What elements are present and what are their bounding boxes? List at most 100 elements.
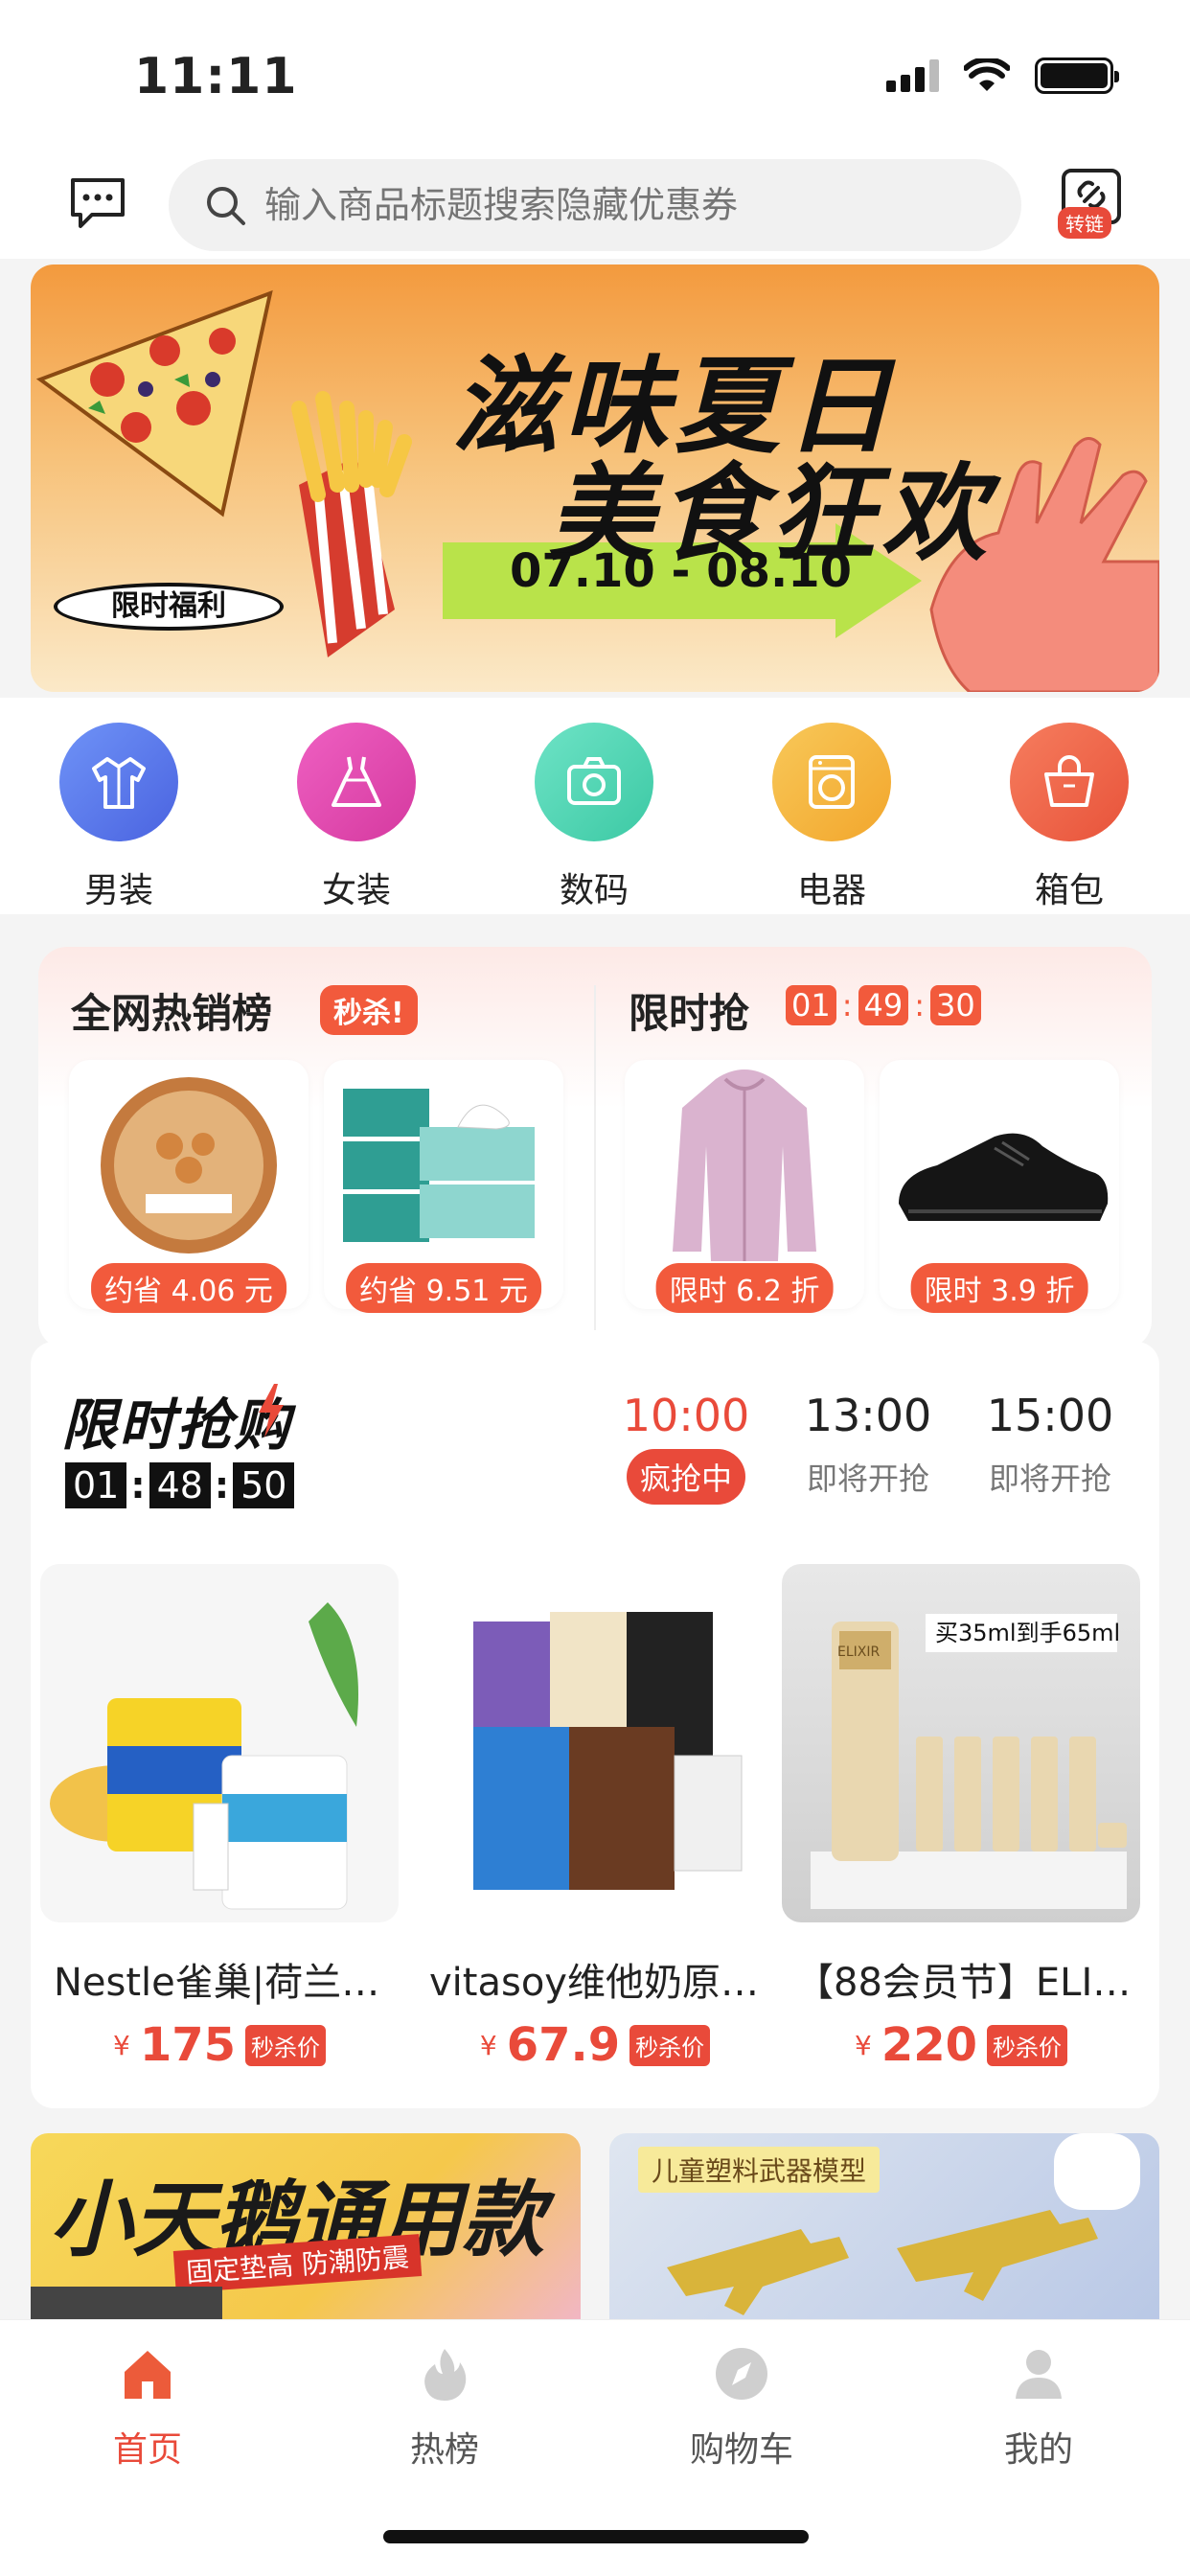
product-image-milk-powder [40, 1564, 399, 1922]
flash-badge: 秒杀! [320, 985, 418, 1035]
signal-icon [886, 59, 939, 92]
time-slot-1300[interactable]: 13:00 即将开抢 [782, 1390, 954, 1499]
slot-status: 即将开抢 [806, 1460, 929, 1497]
promo-banner[interactable]: 滋味夏日 美食狂欢 07.10 - 08.10 限时福利 [31, 264, 1159, 692]
product-card[interactable]: vitasoy维他奶原味豆奶 ¥ 67.9 秒杀价 [416, 1564, 774, 2072]
price-tag: 秒杀价 [245, 2024, 327, 2066]
promo-tile-swan[interactable]: 小天鹅通用款 固定垫高 防潮防震 [31, 2133, 581, 2325]
flash-sale-card: 限时抢购 01:48:50 10:00 疯抢中 13:00 即将开抢 15:00… [31, 1342, 1159, 2108]
currency-symbol: ¥ [112, 2029, 130, 2061]
discount-tag: 限时 6.2 折 [655, 1263, 834, 1313]
tab-label: 购物车 [689, 2430, 793, 2470]
category-label: 电器 [796, 871, 866, 910]
header: 转链 [0, 153, 1190, 259]
product-image-elixir: 买35ml到手65ml ELIXIR [782, 1564, 1140, 1922]
price-tag: 秒杀价 [629, 2024, 711, 2066]
search-bar[interactable] [169, 159, 1021, 251]
category-row: 男装 女装 数码 电器 箱包 [0, 698, 1190, 914]
limited-title[interactable]: 限时抢 [629, 981, 749, 1040]
status-bar: 11:11 [0, 0, 1190, 153]
time-slot-1500[interactable]: 15:00 即将开抢 [964, 1390, 1136, 1499]
dress-icon [297, 723, 416, 841]
pizza-illustration [35, 289, 412, 657]
price-tag: 秒杀价 [987, 2024, 1068, 2066]
countdown-minutes: 48 [149, 1462, 211, 1508]
product-price: 220 [881, 2018, 978, 2072]
currency-symbol: ¥ [854, 2029, 872, 2061]
banner-date: 07.10 - 08.10 [510, 544, 852, 598]
promo-title: 儿童塑料武器模型 [638, 2147, 881, 2193]
wifi-icon [964, 58, 1010, 91]
product-image-airfryer-paper [101, 1077, 277, 1254]
toy-gun-image [667, 2210, 1098, 2315]
search-input[interactable] [264, 184, 993, 226]
shirt-icon [59, 723, 178, 841]
promo-tile-toy[interactable]: 儿童塑料武器模型 [609, 2133, 1159, 2325]
white-block [1054, 2133, 1140, 2210]
tab-label: 热榜 [409, 2430, 479, 2470]
price-row: ¥ 67.9 秒杀价 [416, 2018, 774, 2072]
lightning-icon [259, 1384, 284, 1438]
limited-countdown: 01:49:30 [786, 985, 981, 1025]
elixir-brand-text: ELIXIR [837, 1644, 880, 1660]
countdown-hours: 01 [786, 985, 836, 1025]
tab-label: 我的 [1003, 2430, 1073, 2470]
battery-icon [1035, 58, 1119, 94]
hot-item[interactable]: 约省 9.51 元 [324, 1060, 563, 1313]
category-bags[interactable]: 箱包 [993, 723, 1146, 912]
camera-icon [535, 723, 653, 841]
countdown-minutes: 49 [858, 985, 909, 1025]
home-indicator[interactable] [383, 2530, 809, 2543]
washer-icon [772, 723, 891, 841]
compass-icon [716, 2348, 767, 2400]
status-icons [886, 58, 1119, 94]
time-slot-1000[interactable]: 10:00 疯抢中 [600, 1390, 772, 1505]
price-row: ¥ 220 秒杀价 [782, 2018, 1140, 2072]
slot-status: 疯抢中 [626, 1449, 745, 1505]
tab-hot[interactable]: 热榜 [349, 2345, 540, 2472]
product-name: 【88会员节】ELIXIR怡丽丝尔 [795, 1961, 1140, 2005]
search-icon [207, 187, 245, 225]
link-convert-badge[interactable]: 转链 [1058, 207, 1111, 239]
divider [594, 985, 596, 1330]
product-card[interactable]: 买35ml到手65ml ELIXIR 【88会员节】ELIXIR怡丽丝尔 ¥ 2… [782, 1564, 1140, 2072]
tab-cart[interactable]: 购物车 [646, 2345, 837, 2472]
message-icon[interactable] [67, 172, 128, 234]
category-womenswear[interactable]: 女装 [280, 723, 433, 912]
slot-time: 10:00 [622, 1390, 750, 1441]
discount-tag: 限时 3.9 折 [910, 1263, 1088, 1313]
tab-label: 首页 [112, 2430, 182, 2470]
tab-home[interactable]: 首页 [52, 2345, 243, 2472]
hot-item[interactable]: 约省 4.06 元 [69, 1060, 309, 1313]
category-appliances[interactable]: 电器 [755, 723, 908, 912]
category-digital[interactable]: 数码 [517, 723, 671, 912]
product-image-leather-shoe [899, 1133, 1109, 1221]
savings-tag: 约省 9.51 元 [346, 1263, 541, 1313]
tab-profile[interactable]: 我的 [943, 2345, 1134, 2472]
slot-time: 15:00 [986, 1390, 1114, 1441]
flash-sale-countdown: 01:48:50 [65, 1462, 295, 1508]
status-time: 11:11 [134, 48, 298, 105]
limited-item[interactable]: 限时 3.9 折 [880, 1060, 1119, 1313]
limited-item[interactable]: 限时 6.2 折 [625, 1060, 864, 1313]
price-row: ¥ 175 秒杀价 [40, 2018, 399, 2072]
currency-symbol: ¥ [479, 2029, 497, 2061]
product-price: 67.9 [506, 2018, 621, 2072]
product-image-soy-milk [416, 1564, 774, 1922]
countdown-seconds: 30 [930, 985, 981, 1025]
hot-list-title[interactable]: 全网热销榜 [71, 981, 272, 1040]
category-label: 男装 [83, 871, 153, 910]
banner-tag: 限时福利 [54, 583, 284, 631]
product-image-tissue [343, 1089, 535, 1242]
countdown-seconds: 50 [233, 1462, 295, 1508]
banner-date-arrow: 07.10 - 08.10 [443, 533, 941, 625]
countdown-hours: 01 [65, 1462, 127, 1508]
category-menswear[interactable]: 男装 [42, 723, 195, 912]
slot-time: 13:00 [804, 1390, 932, 1441]
savings-tag: 约省 4.06 元 [91, 1263, 286, 1313]
flame-icon [424, 2349, 467, 2401]
category-label: 数码 [559, 871, 629, 910]
user-icon [1016, 2350, 1062, 2399]
product-card[interactable]: Nestle雀巢|荷兰进口NIDO全脂奶粉 ¥ 175 秒杀价 [40, 1564, 399, 2072]
product-image-pink-jacket [673, 1070, 816, 1261]
